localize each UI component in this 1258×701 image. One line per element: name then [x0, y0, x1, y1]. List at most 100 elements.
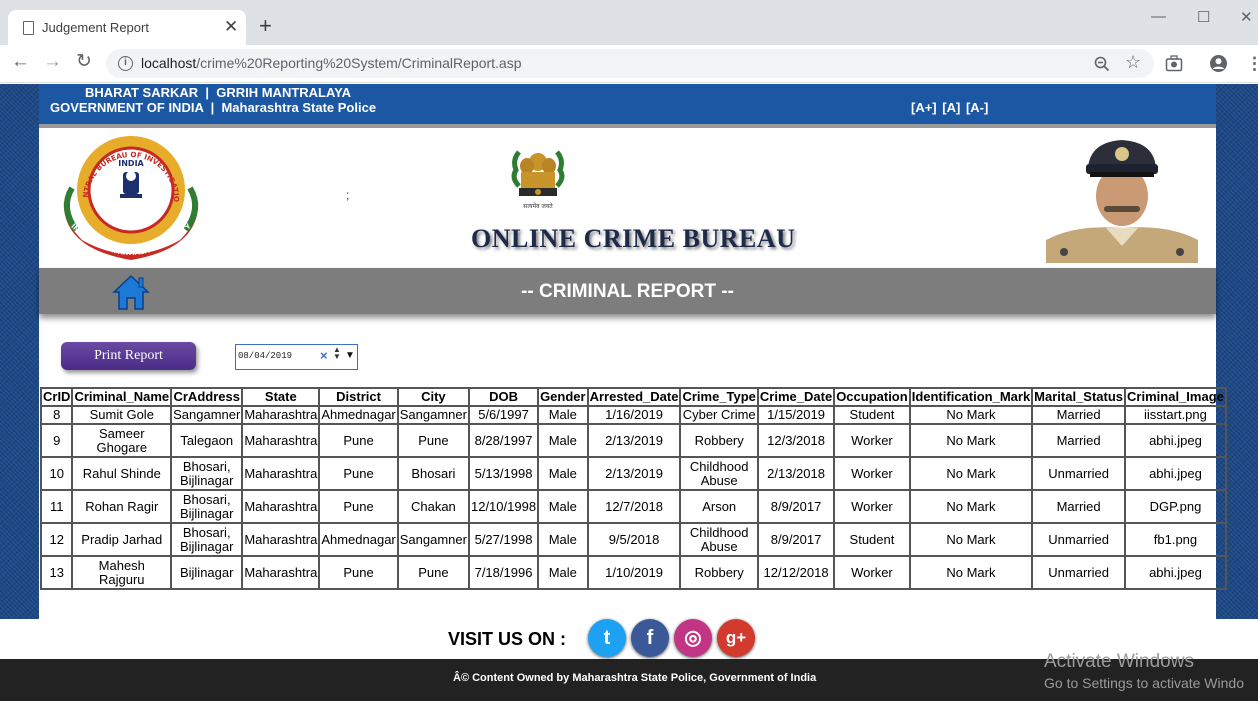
cell-criminal-name: Sumit Gole	[71, 405, 173, 425]
page-viewport: BHARAT SARKAR | GRRIH MANTRALAYA GOVERNM…	[0, 84, 1258, 701]
cell-crid: 13	[39, 555, 74, 590]
cell-arrested-date: 9/5/2018	[586, 522, 682, 557]
cell-dob: 7/18/1996	[467, 555, 540, 590]
cell-district: Pune	[318, 423, 399, 458]
cell-state: Maharashtra	[241, 423, 321, 458]
cell-craddress: Bhosari, Bijlinagar	[170, 456, 244, 491]
column-header-criminal-name: Criminal_Name	[71, 387, 173, 407]
column-header-craddress: CrAddress	[170, 387, 244, 407]
cell-crime-type: Cyber Crime	[679, 405, 759, 425]
cell-occupation: Worker	[833, 456, 911, 491]
browser-toolbar: ← → ↻ i localhost/crime%20Reporting%20Sy…	[0, 45, 1258, 83]
cell-district: Pune	[318, 456, 399, 491]
cell-occupation: Student	[833, 522, 911, 557]
twitter-icon[interactable]: t	[588, 619, 626, 657]
back-arrow-icon[interactable]: ←	[11, 52, 30, 72]
report-date-input[interactable]: 08/04/2019 × ▲ ▼ ▼	[235, 344, 358, 370]
date-value: 08/04/2019	[238, 351, 293, 361]
cell-crime-date: 1/15/2019	[756, 405, 836, 425]
google-plus-icon[interactable]: g+	[717, 619, 755, 657]
cell-city: Pune	[396, 423, 470, 458]
clear-date-icon[interactable]: ×	[320, 348, 328, 363]
column-header-criminal-image: Criminal_Image	[1124, 387, 1227, 407]
extension-icon[interactable]	[1165, 55, 1183, 72]
cell-city: Sangamner	[396, 522, 470, 557]
cell-arrested-date: 2/13/2019	[586, 423, 682, 458]
cell-marital-status: Unmarried	[1031, 522, 1127, 557]
table-row: 12 Pradip Jarhad Bhosari, Bijlinagar Mahara…	[39, 522, 1227, 557]
font-decrease-link[interactable]: [A-]	[966, 100, 988, 115]
tab-close-icon[interactable]: ✕	[224, 17, 238, 37]
print-report-button[interactable]: Print Report	[61, 342, 196, 370]
font-normal-link[interactable]: [A]	[942, 100, 960, 115]
cell-dob: 5/13/1998	[467, 456, 540, 491]
report-title-bar: -- CRIMINAL REPORT --	[39, 268, 1216, 314]
address-bar[interactable]: i localhost/crime%20Reporting%20System/C…	[106, 49, 1154, 78]
table-row: 10 Rahul Shinde Bhosari, Bijlinagar Maharas…	[39, 456, 1227, 491]
zoom-icon[interactable]	[1094, 56, 1110, 72]
cell-gender: Male	[537, 423, 589, 458]
instagram-icon[interactable]: ◎	[674, 619, 712, 657]
cell-craddress: Sangamner	[170, 405, 244, 425]
cell-craddress: Talegaon	[170, 423, 244, 458]
menu-icon[interactable]: ⋮	[1246, 54, 1258, 74]
cell-identification-mark: No Mark	[908, 555, 1034, 590]
cell-crime-date: 8/9/2017	[756, 489, 836, 524]
page-container: BHARAT SARKAR | GRRIH MANTRALAYA GOVERNM…	[39, 84, 1227, 619]
cell-craddress: Bhosari, Bijlinagar	[170, 489, 244, 524]
tab-title: Judgement Report	[42, 20, 149, 35]
cell-gender: Male	[537, 555, 589, 590]
report-title: -- CRIMINAL REPORT --	[521, 281, 734, 302]
watermark-line-1: Activate Windows	[1044, 651, 1194, 672]
column-header-occupation: Occupation	[833, 387, 911, 407]
forward-arrow-icon[interactable]: →	[43, 52, 62, 72]
cell-state: Maharashtra	[241, 522, 321, 557]
url-host: localhost	[141, 55, 197, 71]
star-icon[interactable]: ☆	[1125, 52, 1141, 73]
cell-arrested-date: 1/10/2019	[586, 555, 682, 590]
cell-city: Chakan	[396, 489, 470, 524]
cell-crid: 12	[39, 522, 74, 557]
table-row: 9 Sameer Ghogare Talegaon Maharashtra Pune Pu…	[39, 423, 1227, 458]
cell-dob: 5/6/1997	[467, 405, 540, 425]
cell-crime-type: Arson	[679, 489, 759, 524]
window-close-button[interactable]: ✕	[1240, 8, 1253, 26]
profile-icon[interactable]	[1209, 54, 1228, 73]
cell-dob: 8/28/1997	[467, 423, 540, 458]
url-text[interactable]: localhost/crime%20Reporting%20System/Cri…	[141, 55, 522, 71]
font-size-controls: [A+] [A] [A-]	[911, 100, 990, 115]
cell-district: Pune	[318, 489, 399, 524]
footer-copyright: Â© Content Owned by Maharashtra State Po…	[453, 672, 817, 684]
cell-crid: 8	[39, 405, 74, 425]
site-header: CENTRAL BUREAU OF INVESTIGATION INDIA IN…	[39, 128, 1216, 267]
stray-text: ;	[346, 188, 350, 202]
reload-icon[interactable]: ↻	[76, 52, 92, 72]
cell-occupation: Worker	[833, 423, 911, 458]
cell-criminal-name: Rahul Shinde	[71, 456, 173, 491]
browser-tab[interactable]: Judgement Report ✕	[8, 10, 246, 45]
cbi-logo: CENTRAL BUREAU OF INVESTIGATION INDIA IN…	[50, 128, 199, 260]
cell-crime-type: Childhood Abuse	[679, 456, 759, 491]
column-header-gender: Gender	[537, 387, 589, 407]
cell-crime-type: Robbery	[679, 555, 759, 590]
cell-gender: Male	[537, 456, 589, 491]
cell-criminal-image: fb1.png	[1124, 522, 1227, 557]
cell-dob: 12/10/1998	[467, 489, 540, 524]
facebook-icon[interactable]: f	[631, 619, 669, 657]
cell-city: Pune	[396, 555, 470, 590]
info-icon[interactable]: i	[118, 56, 133, 71]
new-tab-button[interactable]: +	[259, 15, 272, 37]
font-increase-link[interactable]: [A+]	[911, 100, 937, 115]
gov-line-1: BHARAT SARKAR | GRRIH MANTRALAYA	[85, 85, 352, 100]
column-header-marital-status: Marital_Status	[1031, 387, 1127, 407]
cell-criminal-name: Pradip Jarhad	[71, 522, 173, 557]
maximize-button[interactable]: ☐	[1197, 8, 1210, 26]
url-path: /crime%20Reporting%20System/CriminalRepo…	[196, 55, 522, 71]
minimize-button[interactable]: —	[1151, 8, 1166, 25]
table-body: 8 Sumit Gole Sangamner Maharashtra Ahmednaga…	[39, 405, 1227, 590]
column-header-identification-mark: Identification_Mark	[908, 387, 1034, 407]
cell-dob: 5/27/1998	[467, 522, 540, 557]
date-spinner-icon[interactable]: ▲ ▼	[333, 346, 341, 361]
browser-tab-strip: Judgement Report ✕ + — ☐ ✕	[0, 0, 1258, 45]
date-dropdown-icon[interactable]: ▼	[345, 350, 355, 361]
